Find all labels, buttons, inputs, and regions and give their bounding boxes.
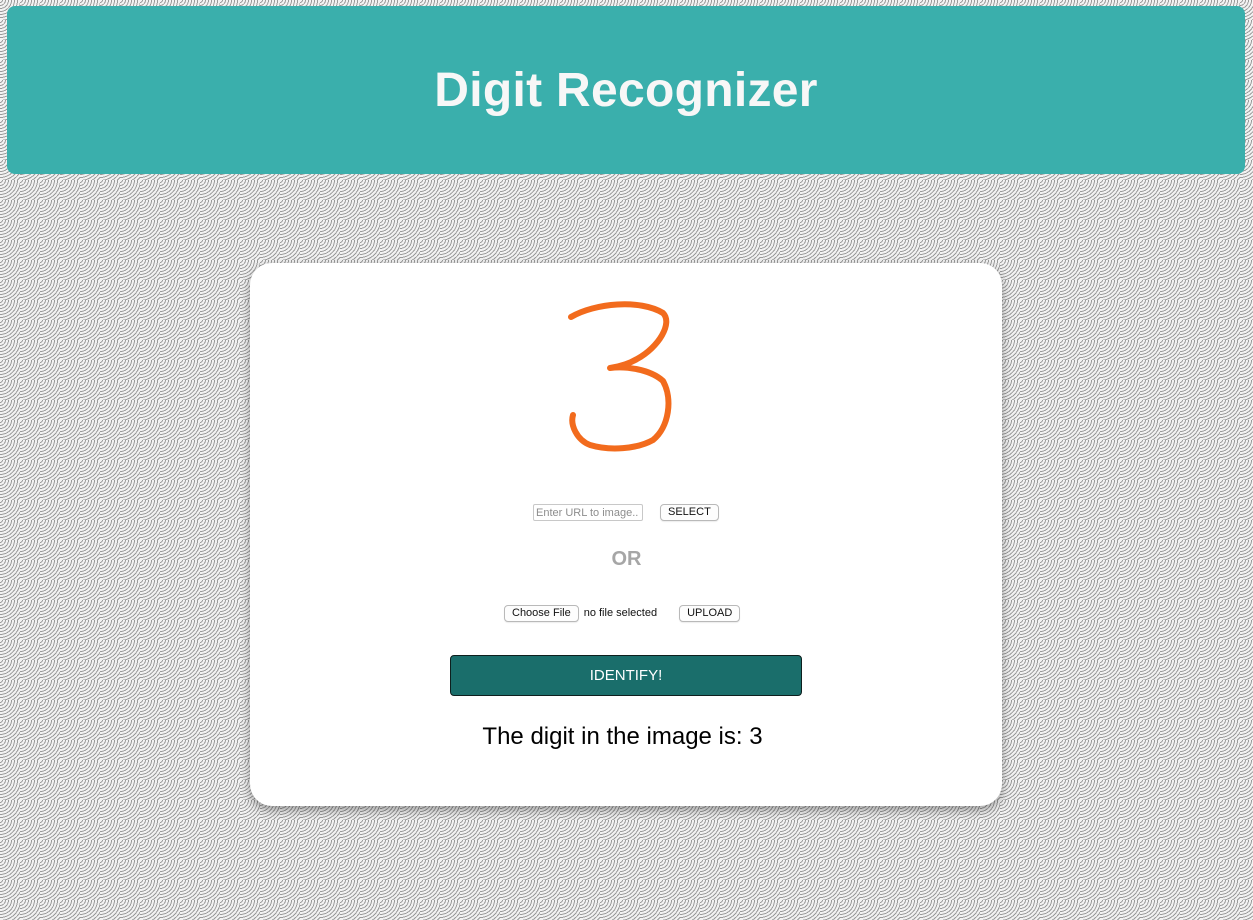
or-separator: OR xyxy=(611,548,642,570)
digit-preview-image xyxy=(568,301,672,452)
choose-file-button[interactable]: Choose File xyxy=(504,604,579,622)
page-title: Digit Recognizer xyxy=(434,63,818,117)
file-status-text: no file selected xyxy=(583,607,658,619)
file-upload-form: Choose File no file selected UPLOAD xyxy=(504,604,741,622)
url-form: SELECT xyxy=(533,503,719,522)
image-url-input[interactable] xyxy=(533,504,643,521)
select-button[interactable]: SELECT xyxy=(660,504,719,521)
page-header: Digit Recognizer xyxy=(7,6,1245,174)
result-text: The digit in the image is: 3 xyxy=(482,723,763,750)
upload-button[interactable]: UPLOAD xyxy=(679,604,741,622)
identify-button[interactable]: IDENTIFY! xyxy=(450,655,802,696)
